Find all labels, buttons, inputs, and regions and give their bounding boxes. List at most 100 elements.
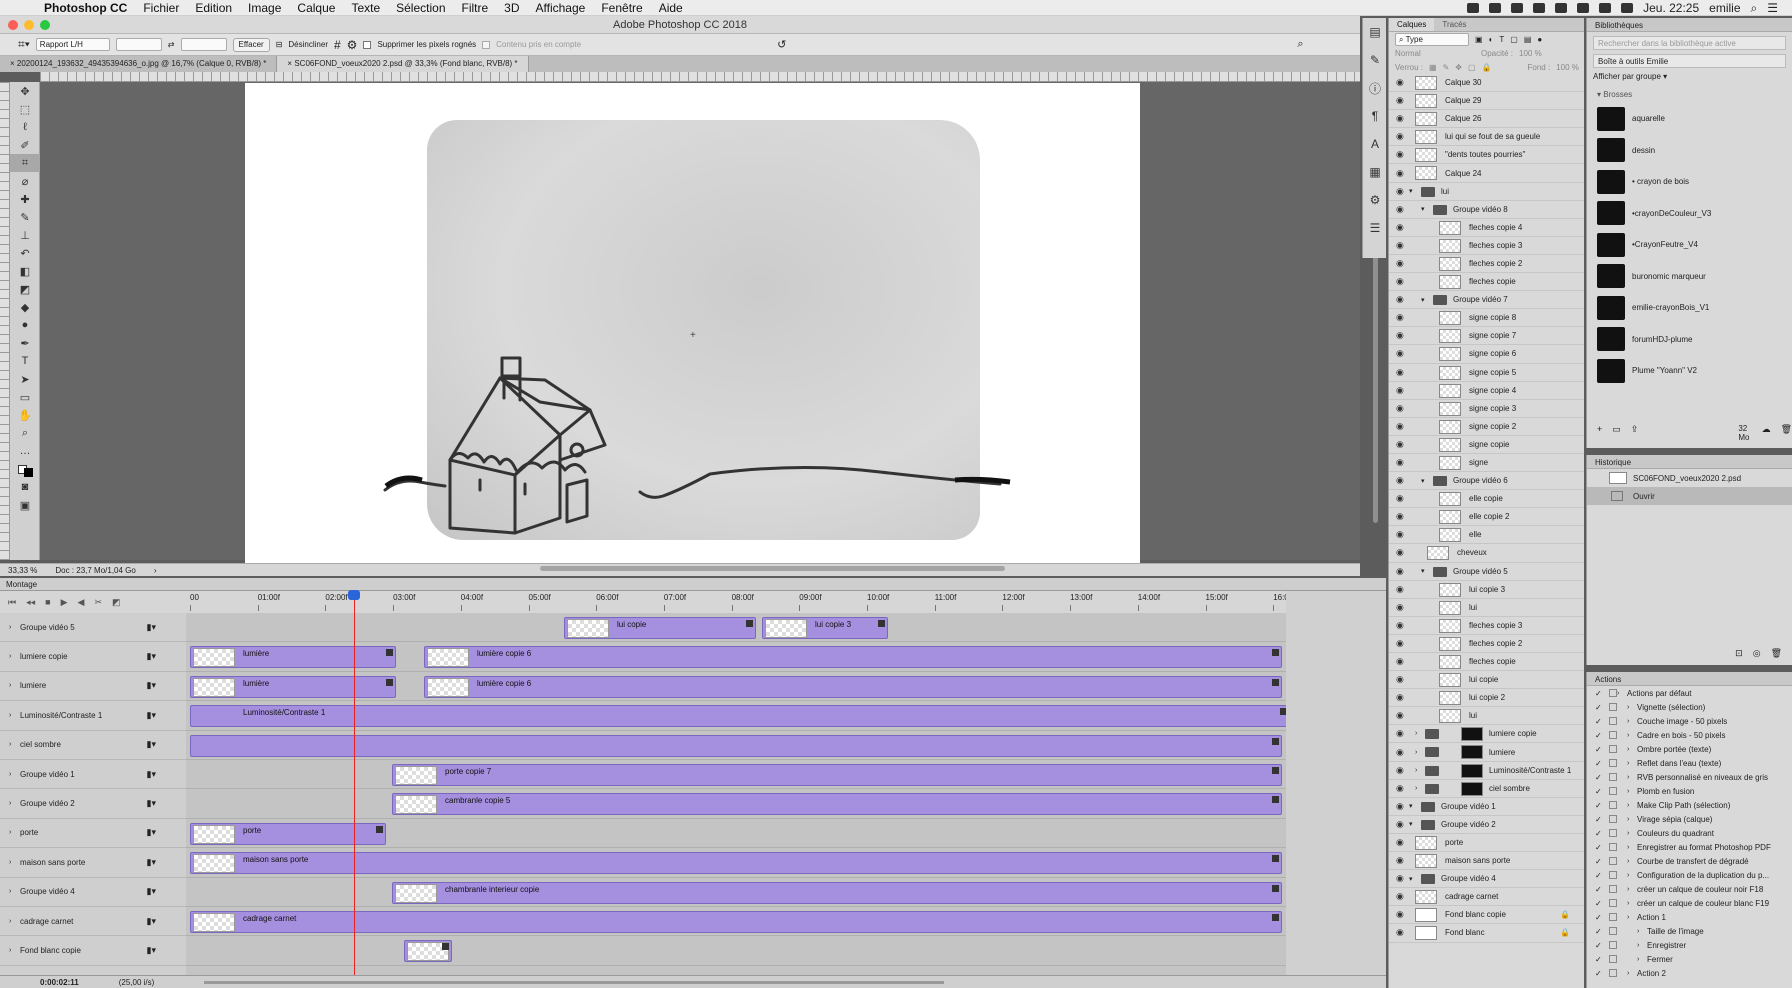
film-strip-icon[interactable]: ▮▾ bbox=[147, 827, 156, 838]
timeline-lane[interactable]: + bbox=[186, 936, 1306, 966]
action-row[interactable]: ✓ › Reflet dans l'eau (texte) bbox=[1587, 756, 1792, 770]
clip-end-marker[interactable] bbox=[1272, 737, 1279, 745]
action-row[interactable]: ✓ › Plomb en fusion bbox=[1587, 784, 1792, 798]
eye-icon[interactable]: ◉ bbox=[1396, 131, 1404, 142]
status-icon[interactable] bbox=[1511, 3, 1524, 13]
expand-chevron-icon[interactable]: › bbox=[1627, 774, 1629, 781]
expand-chevron-icon[interactable]: › bbox=[1627, 788, 1629, 795]
info-icon[interactable]: ⓘ bbox=[1363, 74, 1387, 102]
clock[interactable]: Jeu. 22:25 bbox=[1643, 1, 1699, 15]
dialog-toggle-box[interactable] bbox=[1609, 787, 1617, 795]
marquee-tool-icon[interactable]: ⬚ bbox=[10, 100, 40, 118]
layer-name[interactable]: elle copie bbox=[1469, 494, 1503, 503]
user-name[interactable]: emilie bbox=[1709, 1, 1740, 15]
layer-row[interactable]: ◉ Fond blanc copie 🔒 bbox=[1389, 906, 1584, 925]
menu-fichier[interactable]: Fichier bbox=[143, 1, 179, 15]
layer-name[interactable]: porte bbox=[1445, 838, 1463, 847]
layer-name[interactable]: Fond blanc copie bbox=[1445, 910, 1506, 919]
timeline-clip[interactable]: lumière bbox=[190, 646, 396, 669]
checkmark-icon[interactable]: ✓ bbox=[1595, 731, 1602, 740]
layer-row[interactable]: ◉ Calque 30 bbox=[1389, 74, 1584, 93]
dialog-toggle-box[interactable] bbox=[1609, 899, 1617, 907]
history-item[interactable]: Ouvrir bbox=[1587, 487, 1792, 505]
zoom-level[interactable]: 33,33 % bbox=[8, 566, 37, 575]
clip-end-marker[interactable] bbox=[376, 825, 383, 833]
library-brush-item[interactable]: aquarelle bbox=[1587, 103, 1792, 135]
layer-row[interactable]: ◉ fleches copie 2 bbox=[1389, 255, 1584, 274]
layer-thumbnail[interactable] bbox=[1415, 166, 1437, 181]
library-brush-item[interactable]: Plume "Yoann" V2 bbox=[1587, 355, 1792, 387]
layer-thumbnail[interactable] bbox=[1415, 908, 1437, 923]
layer-thumbnail[interactable] bbox=[1439, 437, 1461, 452]
layer-name[interactable]: Calque 30 bbox=[1445, 78, 1481, 87]
timeline-lane[interactable]: Luminosité/Contraste 1+ bbox=[186, 701, 1306, 731]
eye-icon[interactable]: ◉ bbox=[1396, 493, 1404, 504]
group-chevron-icon[interactable]: › bbox=[1415, 785, 1417, 792]
brush-settings-icon[interactable]: ✎ bbox=[1363, 46, 1387, 74]
layer-name[interactable]: Groupe vidéo 5 bbox=[1453, 567, 1508, 576]
history-brush-tool-icon[interactable]: ↶ bbox=[10, 244, 40, 262]
timeline-lane[interactable]: cadrage carnet+ bbox=[186, 907, 1306, 937]
camera-icon[interactable]: ◎ bbox=[1753, 648, 1761, 659]
menu-aide[interactable]: Aide bbox=[659, 1, 683, 15]
menu-image[interactable]: Image bbox=[248, 1, 281, 15]
film-strip-icon[interactable]: ▮▾ bbox=[147, 886, 156, 897]
filter-smart-icon[interactable]: ▤ bbox=[1524, 35, 1532, 44]
action-row[interactable]: ✓ › Actions par défaut bbox=[1587, 686, 1792, 700]
layer-row[interactable]: ◉ fleches copie 3 bbox=[1389, 617, 1584, 635]
layer-thumbnail[interactable] bbox=[1439, 492, 1461, 507]
expand-chevron-icon[interactable]: › bbox=[1627, 872, 1629, 879]
layer-row[interactable]: ◉ signe copie 2 bbox=[1389, 418, 1584, 436]
layer-thumbnail[interactable] bbox=[1439, 401, 1461, 416]
timeline-clip[interactable]: cambranle copie 5 bbox=[392, 793, 1282, 816]
film-strip-icon[interactable]: ▮▾ bbox=[147, 916, 156, 927]
action-row[interactable]: ✓ › Enregistrer au format Photoshop PDF bbox=[1587, 840, 1792, 854]
history-icon[interactable]: ▤ bbox=[1363, 18, 1387, 46]
clip-end-marker[interactable] bbox=[1272, 855, 1279, 863]
eye-icon[interactable]: ◉ bbox=[1396, 819, 1404, 830]
layer-row[interactable]: ◉ signe copie 4 bbox=[1389, 382, 1584, 400]
layer-row[interactable]: ◉ ▾ Groupe vidéo 7 bbox=[1389, 291, 1584, 310]
layer-row[interactable]: ◉ signe copie bbox=[1389, 436, 1584, 454]
eye-icon[interactable]: ◉ bbox=[1396, 149, 1404, 160]
hand-tool-icon[interactable]: ✋ bbox=[10, 406, 40, 424]
eye-icon[interactable]: ◉ bbox=[1396, 584, 1404, 595]
play-icon[interactable]: ▶ bbox=[61, 597, 68, 608]
eye-icon[interactable]: ◉ bbox=[1396, 529, 1404, 540]
horizontal-ruler[interactable] bbox=[40, 72, 1360, 82]
menu-3d[interactable]: 3D bbox=[504, 1, 519, 15]
menu-selection[interactable]: Sélection bbox=[396, 1, 445, 15]
eye-icon[interactable]: ◉ bbox=[1396, 421, 1404, 432]
layer-name[interactable]: Groupe vidéo 7 bbox=[1453, 295, 1508, 304]
close-icon[interactable]: × bbox=[10, 59, 17, 68]
playhead[interactable] bbox=[354, 591, 355, 978]
timeline-track-header[interactable]: › Fond blanc copie ▮▾ bbox=[0, 936, 186, 966]
film-strip-icon[interactable]: ▮▾ bbox=[147, 769, 156, 780]
timeline-lane[interactable]: porte+ bbox=[186, 819, 1306, 849]
layer-thumbnail[interactable] bbox=[1415, 94, 1437, 109]
layer-name[interactable]: signe copie 7 bbox=[1469, 331, 1516, 340]
eye-icon[interactable]: ◉ bbox=[1396, 385, 1404, 396]
layer-name[interactable]: Calque 24 bbox=[1445, 169, 1481, 178]
eye-icon[interactable]: ◉ bbox=[1396, 765, 1404, 776]
opacity-value[interactable]: 100 % bbox=[1519, 49, 1542, 58]
expand-chevron-icon[interactable]: › bbox=[9, 888, 11, 895]
timecode[interactable]: 0:00:02:11 bbox=[40, 978, 79, 987]
more-tools-icon[interactable]: … bbox=[10, 442, 40, 460]
timeline-clip[interactable] bbox=[404, 940, 452, 963]
layer-row[interactable]: ◉ ▾ lui bbox=[1389, 183, 1584, 201]
eye-icon[interactable]: ◉ bbox=[1396, 348, 1404, 359]
layer-row[interactable]: ◉ signe copie 6 bbox=[1389, 345, 1584, 364]
eye-icon[interactable]: ◉ bbox=[1396, 674, 1404, 685]
layer-thumbnail[interactable] bbox=[1427, 546, 1449, 561]
eye-icon[interactable]: ◉ bbox=[1396, 710, 1404, 721]
eye-icon[interactable]: ◉ bbox=[1396, 475, 1404, 486]
brush-tool-icon[interactable]: ✎ bbox=[10, 208, 40, 226]
clip-end-marker[interactable] bbox=[1272, 913, 1279, 921]
timeline-clip[interactable]: Luminosité/Contraste 1 bbox=[190, 705, 1290, 728]
checkmark-icon[interactable]: ✓ bbox=[1595, 843, 1602, 852]
layer-row[interactable]: ◉ Calque 26 bbox=[1389, 110, 1584, 129]
film-strip-icon[interactable]: ▮▾ bbox=[147, 739, 156, 750]
action-row[interactable]: ✓ › Couche image - 50 pixels bbox=[1587, 714, 1792, 728]
history-snapshot[interactable]: SC06FOND_voeux2020 2.psd bbox=[1587, 469, 1792, 487]
